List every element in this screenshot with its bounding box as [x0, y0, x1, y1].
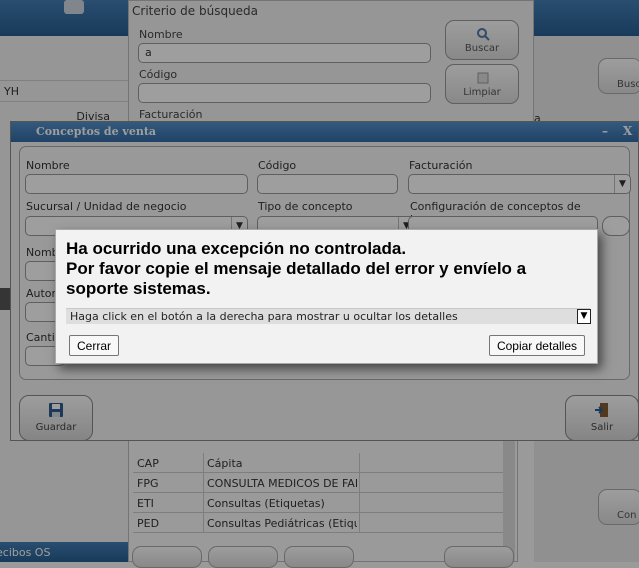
name-input[interactable]	[25, 174, 248, 194]
concept-type-label: Tipo de concepto	[258, 200, 353, 213]
user-icon	[64, 0, 84, 14]
search-icon	[477, 28, 490, 41]
clear-icon	[477, 72, 489, 84]
chevron-down-icon: ▼	[614, 175, 630, 193]
save-button[interactable]: Guardar	[19, 395, 93, 441]
left-panel-row: YH	[0, 80, 128, 102]
details-hint: Haga click en el botón a la derecha para…	[70, 310, 458, 323]
clear-button[interactable]: Limpiar	[445, 64, 519, 104]
search-button[interactable]: Buscar	[445, 20, 519, 60]
error-message: Ha ocurrido una excepción no controlada.…	[66, 239, 591, 299]
left-panel-footer[interactable]: ecibos OS	[0, 542, 128, 562]
table-action-button[interactable]	[284, 546, 354, 568]
table-action-button[interactable]	[444, 546, 514, 568]
name-label: Nombre	[26, 159, 70, 172]
error-message-line: Por favor copie el mensaje detallado del…	[66, 259, 527, 278]
table-row[interactable]: CAP Cápita	[133, 453, 513, 473]
billing-label: Facturación	[409, 159, 473, 172]
right-search-button[interactable]: Busc	[598, 58, 639, 94]
close-icon[interactable]: X	[623, 124, 632, 138]
search-name-input[interactable]: a	[138, 43, 431, 63]
search-billing-label: Facturación	[139, 108, 203, 121]
branch-label: Sucursal / Unidad de negocio	[26, 200, 187, 213]
error-message-line: soporte sistemas.	[66, 279, 211, 298]
details-bar: Haga click en el botón a la derecha para…	[66, 308, 591, 324]
code-input[interactable]	[257, 174, 398, 194]
table-actions	[128, 542, 518, 568]
income-config-button[interactable]	[602, 216, 630, 236]
name2-label: Nomb	[26, 246, 59, 259]
author-label: Autor	[26, 287, 57, 300]
search-code-label: Código	[139, 68, 178, 81]
search-code-input[interactable]	[138, 83, 431, 103]
error-message-line: Ha ocurrido una excepción no controlada.	[66, 239, 407, 258]
exit-button[interactable]: Salir	[565, 395, 639, 441]
dialog-title: Conceptos de venta	[36, 125, 157, 138]
search-title: Criterio de búsqueda	[132, 4, 259, 18]
floppy-disk-icon	[49, 403, 63, 417]
error-dialog: Ha ocurrido una excepción no controlada.…	[55, 229, 598, 364]
copy-details-button[interactable]: Copiar detalles	[488, 335, 585, 356]
search-criteria-panel: Criterio de búsqueda Nombre a Código Fac…	[128, 0, 534, 126]
code-label: Código	[258, 159, 297, 172]
search-name-label: Nombre	[139, 28, 183, 41]
dialog-title-bar[interactable]: Conceptos de venta – X	[11, 122, 638, 142]
right-consult-button[interactable]: Con	[598, 489, 639, 525]
toggle-details-icon[interactable]: ▼	[577, 309, 591, 324]
close-button[interactable]: Cerrar	[69, 335, 120, 356]
table-row[interactable]: ETI Consultas (Etiquetas)	[133, 493, 513, 513]
exit-door-icon	[595, 403, 608, 417]
table-action-button[interactable]	[132, 546, 202, 568]
minimize-icon[interactable]: –	[602, 124, 608, 138]
table-action-button[interactable]	[208, 546, 278, 568]
billing-select[interactable]: ▼	[408, 174, 631, 194]
table-row[interactable]: FPG CONSULTA MEDICOS DE FAMI	[133, 473, 513, 493]
table-row[interactable]: PEDConsultas Pediátricas (Etiqueta	[133, 513, 513, 533]
